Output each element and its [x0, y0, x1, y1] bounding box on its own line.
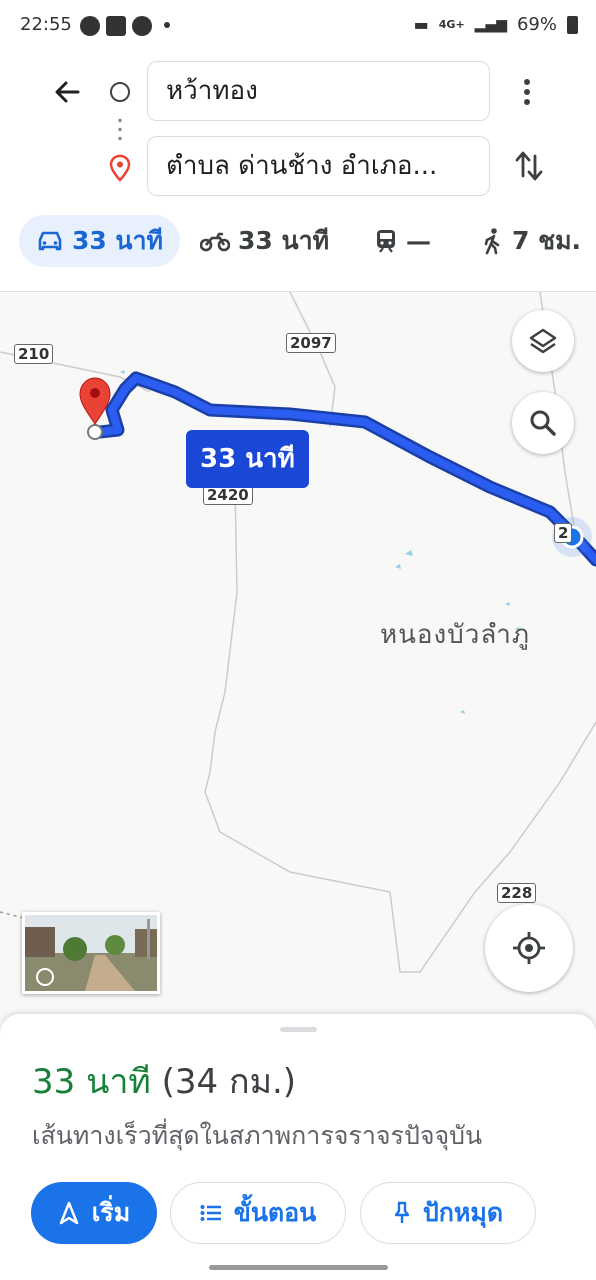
battery-label: 69%: [516, 14, 557, 35]
layers-button[interactable]: [512, 310, 574, 372]
road-shield-228: 228: [497, 883, 537, 903]
pin-button-label: ปักหมุด: [422, 1198, 504, 1227]
pushpin-icon: [394, 1201, 410, 1223]
signal-icon: ▂▄▆: [474, 16, 507, 33]
mode-transit-label: —: [406, 226, 431, 256]
list-icon: [200, 1205, 221, 1221]
pin-button[interactable]: ปักหมุด: [360, 1182, 536, 1244]
navigation-arrow-icon: [59, 1201, 79, 1225]
status-bar: 22:55 ▬ 4G+ ▂▄▆ 69%: [0, 0, 596, 52]
road-shield-210: 210: [14, 344, 54, 364]
search-icon: [530, 410, 556, 436]
start-button[interactable]: เริ่ม: [31, 1182, 157, 1244]
line-app-icon: [132, 16, 152, 36]
road-shield-partial: 2: [554, 523, 573, 543]
mode-walk-label: 7 ชม.: [512, 226, 582, 255]
route-description: เส้นทางเร็วที่สุดในสภาพการจราจรปัจจุบัน: [32, 1121, 483, 1150]
street-view-image: [25, 915, 157, 991]
origin-input[interactable]: หว้าทอง: [147, 61, 490, 121]
route-dots-icon: [118, 116, 122, 144]
mode-motorcycle[interactable]: 33 นาที: [200, 215, 329, 267]
crosshair-icon: [513, 932, 545, 964]
swap-directions-icon[interactable]: [512, 148, 546, 184]
steps-button[interactable]: ขั้นตอน: [170, 1182, 346, 1244]
route-duration: 33 นาที: [32, 1062, 151, 1102]
travel-mode-bar: 33 นาที 33 นาที — 7 ชม.: [0, 215, 596, 269]
status-time: 22:55: [20, 14, 72, 35]
road-shield-2097: 2097: [286, 333, 336, 353]
map-view[interactable]: 210 2097 2420 2 228 33 นาที หนองบัวลำภู: [0, 291, 596, 1051]
battery-icon: [567, 15, 578, 34]
motorcycle-icon: [200, 232, 230, 252]
bed-icon: ▬: [413, 15, 429, 34]
sheet-drag-handle[interactable]: [280, 1027, 317, 1032]
region-label: หนองบัวลำภู: [380, 620, 530, 650]
network-label: 4G+: [438, 18, 465, 31]
walk-icon: [484, 228, 500, 255]
destination-pin-icon: [109, 154, 131, 182]
mode-motorcycle-label: 33 นาที: [238, 226, 330, 255]
my-location-button[interactable]: [485, 904, 573, 992]
start-button-label: เริ่ม: [91, 1198, 131, 1227]
route-summary: 33 นาที (34 กม.): [32, 1054, 296, 1108]
mode-transit[interactable]: —: [374, 215, 431, 267]
train-icon: [377, 230, 395, 253]
car-icon: [38, 231, 62, 251]
do-not-disturb-icon: [80, 16, 100, 36]
route-distance: (34 กม.): [161, 1062, 297, 1102]
layers-icon: [529, 328, 557, 354]
back-arrow-icon[interactable]: [48, 72, 88, 112]
map-search-button[interactable]: [512, 392, 574, 454]
route-duration-bubble[interactable]: 33 นาที: [186, 430, 309, 488]
mode-walk[interactable]: 7 ชม.: [482, 215, 581, 267]
road-shield-2420: 2420: [203, 485, 253, 505]
origin-dot-icon: [110, 82, 130, 102]
mode-drive-label: 33 นาที: [71, 226, 164, 255]
steps-button-label: ขั้นตอน: [233, 1198, 317, 1227]
street-view-thumbnail[interactable]: [22, 912, 160, 994]
gesture-nav-bar[interactable]: [209, 1265, 388, 1270]
mode-drive[interactable]: 33 นาที: [19, 215, 180, 267]
route-summary-sheet[interactable]: 33 นาที (34 กม.) เส้นทางเร็วที่สุดในสภาพ…: [0, 1014, 596, 1280]
image-icon: [106, 16, 126, 36]
destination-input[interactable]: ตำบล ด่านช้าง อำเภอ...: [147, 136, 490, 196]
more-options-icon[interactable]: [515, 74, 539, 110]
directions-header: หว้าทอง ตำบล ด่านช้าง อำเภอ... 33 นาที 3…: [0, 52, 596, 292]
more-notifications-icon: [164, 22, 170, 28]
